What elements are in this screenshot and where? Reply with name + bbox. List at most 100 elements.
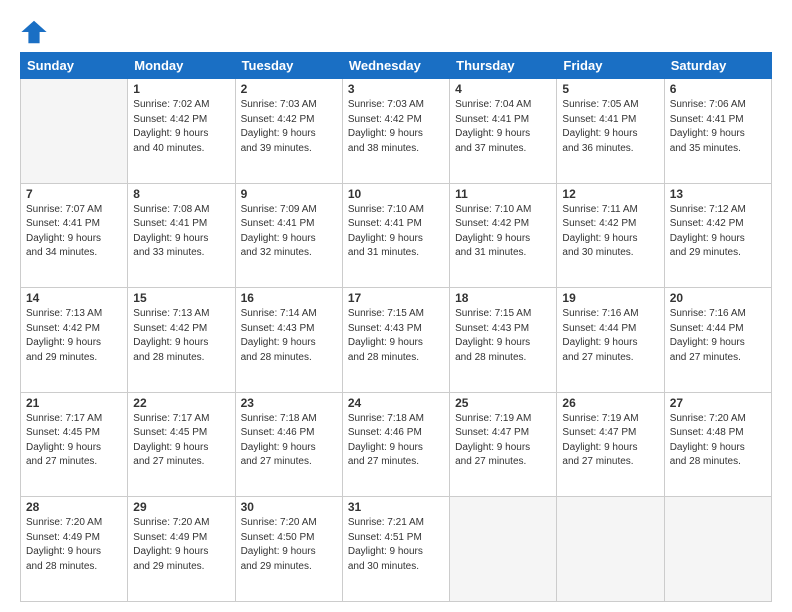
- week-row-0: 1Sunrise: 7:02 AM Sunset: 4:42 PM Daylig…: [21, 79, 772, 184]
- day-number: 22: [133, 396, 229, 410]
- calendar-cell: 7 Sunrise: 7:07 AM Sunset: 4:41 PM Daylig…: [21, 183, 128, 288]
- calendar-cell: 4Sunrise: 7:04 AM Sunset: 4:41 PM Daylig…: [450, 79, 557, 184]
- cell-info: Sunrise: 7:16 AM Sunset: 4:44 PM Dayligh…: [562, 307, 658, 365]
- page: SundayMondayTuesdayWednesdayThursdayFrid…: [0, 0, 792, 612]
- calendar-cell: 27 Sunrise: 7:20 AM Sunset: 4:48 PM Dayli…: [664, 392, 771, 497]
- calendar-cell: 21 Sunrise: 7:17 AM Sunset: 4:45 PM Dayli…: [21, 392, 128, 497]
- calendar-cell: 20Sunrise: 7:16 AM Sunset: 4:44 PM Dayli…: [664, 288, 771, 393]
- calendar-cell: 1Sunrise: 7:02 AM Sunset: 4:42 PM Daylig…: [128, 79, 235, 184]
- day-number: 28: [26, 500, 122, 514]
- day-header-sunday: Sunday: [21, 53, 128, 79]
- logo-icon: [20, 18, 48, 46]
- cell-info: Sunrise: 7:08 AM Sunset: 4:41 PM Dayligh…: [133, 203, 229, 261]
- calendar-cell: [557, 497, 664, 602]
- day-number: 13: [670, 187, 766, 201]
- cell-info: Sunrise: 7:19 AM Sunset: 4:47 PM Dayligh…: [455, 412, 551, 470]
- cell-info: Sunrise: 7:13 AM Sunset: 4:42 PM Dayligh…: [133, 307, 229, 365]
- calendar-cell: 30 Sunrise: 7:20 AM Sunset: 4:50 PM Dayli…: [235, 497, 342, 602]
- header: [20, 18, 772, 46]
- calendar-cell: 2 Sunrise: 7:03 AM Sunset: 4:42 PM Daylig…: [235, 79, 342, 184]
- day-number: 20: [670, 291, 766, 305]
- day-number: 16: [241, 291, 337, 305]
- calendar-cell: 23 Sunrise: 7:18 AM Sunset: 4:46 PM Dayli…: [235, 392, 342, 497]
- cell-info: Sunrise: 7:20 AM Sunset: 4:48 PM Dayligh…: [670, 412, 766, 470]
- cell-info: Sunrise: 7:15 AM Sunset: 4:43 PM Dayligh…: [455, 307, 551, 365]
- cell-info: Sunrise: 7:11 AM Sunset: 4:42 PM Dayligh…: [562, 203, 658, 261]
- cell-info: Sunrise: 7:06 AM Sunset: 4:41 PM Dayligh…: [670, 98, 766, 156]
- day-header-thursday: Thursday: [450, 53, 557, 79]
- cell-info: Sunrise: 7:10 AM Sunset: 4:41 PM Dayligh…: [348, 203, 444, 261]
- week-row-4: 28 Sunrise: 7:20 AM Sunset: 4:49 PM Dayli…: [21, 497, 772, 602]
- cell-info: Sunrise: 7:17 AM Sunset: 4:45 PM Dayligh…: [26, 412, 122, 470]
- calendar-cell: 12Sunrise: 7:11 AM Sunset: 4:42 PM Dayli…: [557, 183, 664, 288]
- cell-info: Sunrise: 7:19 AM Sunset: 4:47 PM Dayligh…: [562, 412, 658, 470]
- day-number: 10: [348, 187, 444, 201]
- calendar-cell: 15 Sunrise: 7:13 AM Sunset: 4:42 PM Dayli…: [128, 288, 235, 393]
- calendar-cell: 16 Sunrise: 7:14 AM Sunset: 4:43 PM Dayli…: [235, 288, 342, 393]
- cell-info: Sunrise: 7:05 AM Sunset: 4:41 PM Dayligh…: [562, 98, 658, 156]
- cell-info: Sunrise: 7:21 AM Sunset: 4:51 PM Dayligh…: [348, 516, 444, 574]
- cell-info: Sunrise: 7:20 AM Sunset: 4:49 PM Dayligh…: [133, 516, 229, 574]
- day-number: 11: [455, 187, 551, 201]
- calendar-cell: 28 Sunrise: 7:20 AM Sunset: 4:49 PM Dayli…: [21, 497, 128, 602]
- cell-info: Sunrise: 7:12 AM Sunset: 4:42 PM Dayligh…: [670, 203, 766, 261]
- calendar-cell: 11 Sunrise: 7:10 AM Sunset: 4:42 PM Dayli…: [450, 183, 557, 288]
- calendar-cell: 24Sunrise: 7:18 AM Sunset: 4:46 PM Dayli…: [342, 392, 449, 497]
- calendar-cell: 22 Sunrise: 7:17 AM Sunset: 4:45 PM Dayli…: [128, 392, 235, 497]
- cell-info: Sunrise: 7:20 AM Sunset: 4:50 PM Dayligh…: [241, 516, 337, 574]
- calendar-cell: 10 Sunrise: 7:10 AM Sunset: 4:41 PM Dayli…: [342, 183, 449, 288]
- day-number: 3: [348, 82, 444, 96]
- calendar-cell: 5 Sunrise: 7:05 AM Sunset: 4:41 PM Daylig…: [557, 79, 664, 184]
- calendar-cell: 13 Sunrise: 7:12 AM Sunset: 4:42 PM Dayli…: [664, 183, 771, 288]
- day-number: 17: [348, 291, 444, 305]
- cell-info: Sunrise: 7:20 AM Sunset: 4:49 PM Dayligh…: [26, 516, 122, 574]
- calendar-cell: [450, 497, 557, 602]
- day-number: 27: [670, 396, 766, 410]
- calendar-cell: 31 Sunrise: 7:21 AM Sunset: 4:51 PM Dayli…: [342, 497, 449, 602]
- week-row-3: 21 Sunrise: 7:17 AM Sunset: 4:45 PM Dayli…: [21, 392, 772, 497]
- calendar-cell: 26Sunrise: 7:19 AM Sunset: 4:47 PM Dayli…: [557, 392, 664, 497]
- calendar-cell: 19Sunrise: 7:16 AM Sunset: 4:44 PM Dayli…: [557, 288, 664, 393]
- cell-info: Sunrise: 7:09 AM Sunset: 4:41 PM Dayligh…: [241, 203, 337, 261]
- logo: [20, 18, 52, 46]
- day-number: 4: [455, 82, 551, 96]
- day-number: 15: [133, 291, 229, 305]
- cell-info: Sunrise: 7:13 AM Sunset: 4:42 PM Dayligh…: [26, 307, 122, 365]
- cell-info: Sunrise: 7:17 AM Sunset: 4:45 PM Dayligh…: [133, 412, 229, 470]
- day-number: 2: [241, 82, 337, 96]
- calendar-table: SundayMondayTuesdayWednesdayThursdayFrid…: [20, 52, 772, 602]
- week-row-2: 14 Sunrise: 7:13 AM Sunset: 4:42 PM Dayli…: [21, 288, 772, 393]
- day-number: 7: [26, 187, 122, 201]
- day-header-saturday: Saturday: [664, 53, 771, 79]
- day-number: 31: [348, 500, 444, 514]
- day-number: 23: [241, 396, 337, 410]
- day-number: 14: [26, 291, 122, 305]
- day-header-friday: Friday: [557, 53, 664, 79]
- day-number: 6: [670, 82, 766, 96]
- cell-info: Sunrise: 7:03 AM Sunset: 4:42 PM Dayligh…: [348, 98, 444, 156]
- day-number: 9: [241, 187, 337, 201]
- calendar-cell: 17 Sunrise: 7:15 AM Sunset: 4:43 PM Dayli…: [342, 288, 449, 393]
- cell-info: Sunrise: 7:10 AM Sunset: 4:42 PM Dayligh…: [455, 203, 551, 261]
- day-number: 18: [455, 291, 551, 305]
- day-number: 5: [562, 82, 658, 96]
- cell-info: Sunrise: 7:15 AM Sunset: 4:43 PM Dayligh…: [348, 307, 444, 365]
- cell-info: Sunrise: 7:14 AM Sunset: 4:43 PM Dayligh…: [241, 307, 337, 365]
- day-number: 25: [455, 396, 551, 410]
- calendar-cell: 25 Sunrise: 7:19 AM Sunset: 4:47 PM Dayli…: [450, 392, 557, 497]
- cell-info: Sunrise: 7:02 AM Sunset: 4:42 PM Dayligh…: [133, 98, 229, 156]
- calendar-cell: [21, 79, 128, 184]
- cell-info: Sunrise: 7:07 AM Sunset: 4:41 PM Dayligh…: [26, 203, 122, 261]
- calendar-cell: 14 Sunrise: 7:13 AM Sunset: 4:42 PM Dayli…: [21, 288, 128, 393]
- day-header-monday: Monday: [128, 53, 235, 79]
- day-header-wednesday: Wednesday: [342, 53, 449, 79]
- calendar-cell: 9 Sunrise: 7:09 AM Sunset: 4:41 PM Daylig…: [235, 183, 342, 288]
- day-header-tuesday: Tuesday: [235, 53, 342, 79]
- day-number: 29: [133, 500, 229, 514]
- day-number: 30: [241, 500, 337, 514]
- cell-info: Sunrise: 7:18 AM Sunset: 4:46 PM Dayligh…: [241, 412, 337, 470]
- cell-info: Sunrise: 7:03 AM Sunset: 4:42 PM Dayligh…: [241, 98, 337, 156]
- calendar-cell: 29 Sunrise: 7:20 AM Sunset: 4:49 PM Dayli…: [128, 497, 235, 602]
- calendar-header-row: SundayMondayTuesdayWednesdayThursdayFrid…: [21, 53, 772, 79]
- day-number: 21: [26, 396, 122, 410]
